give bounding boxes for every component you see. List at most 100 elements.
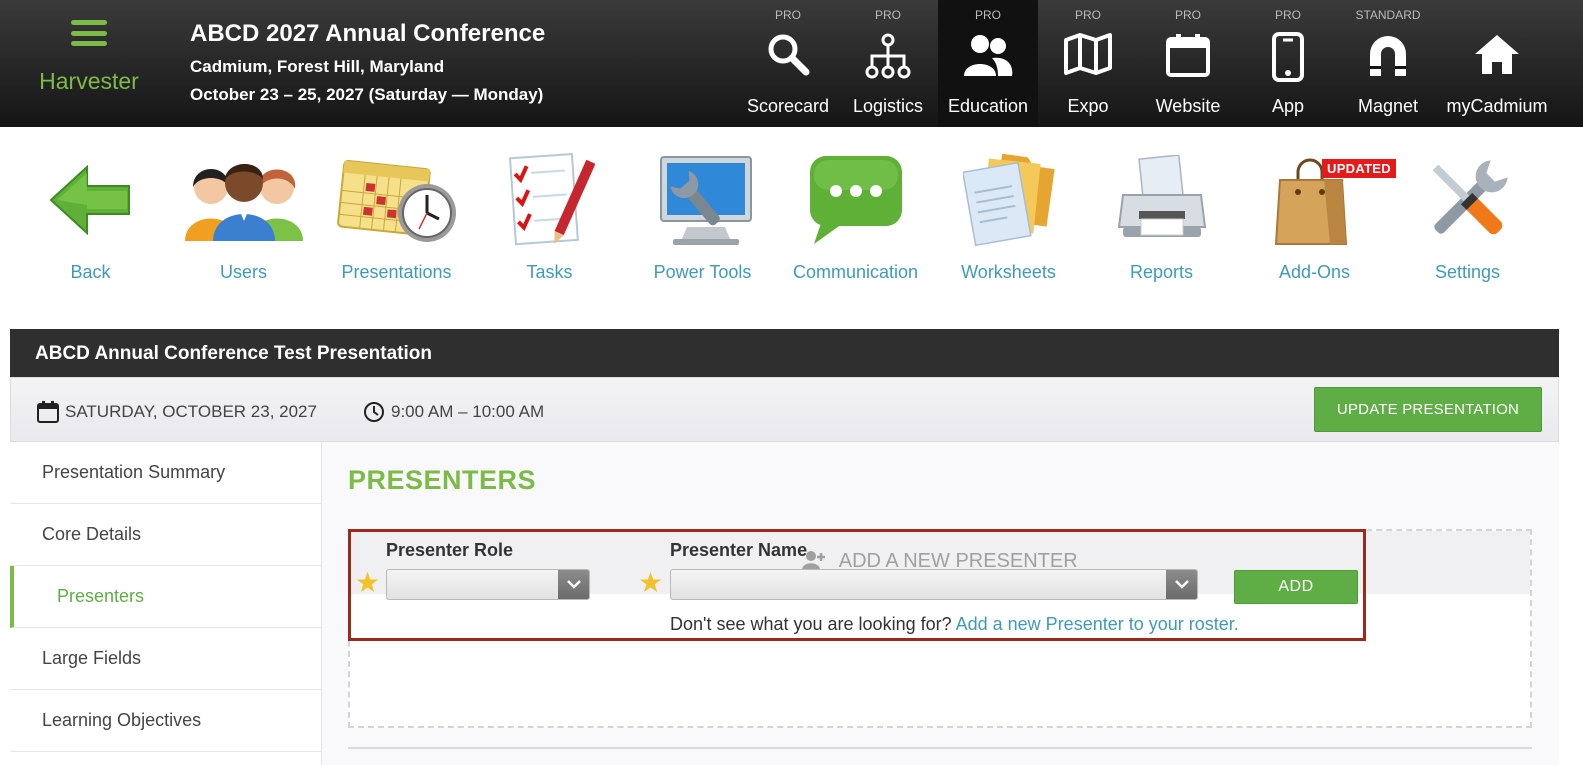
module-education[interactable]: PRO Education: [938, 0, 1038, 127]
module-tier: STANDARD: [1355, 8, 1421, 22]
date-text: SATURDAY, OCTOBER 23, 2027: [65, 402, 317, 421]
module-tier: PRO: [1274, 8, 1301, 22]
presenter-role-label: Presenter Role: [386, 540, 514, 560]
conference-dates: October 23 – 25, 2027 (Saturday — Monday…: [190, 85, 544, 104]
toolbar-label: Users: [219, 262, 267, 282]
module-logistics[interactable]: PRO Logistics: [838, 0, 938, 127]
toolbar-tasks[interactable]: Tasks: [473, 150, 626, 300]
module-tier: PRO: [874, 8, 901, 22]
presentation-sidenav: Presentation Summary Core Details Presen…: [10, 442, 322, 765]
toolbar-back[interactable]: Back: [14, 150, 167, 300]
presentation-time: 9:00 AM – 10:00 AM: [363, 401, 544, 423]
chevron-down-icon: [1166, 570, 1197, 599]
module-label: Website: [1155, 96, 1221, 116]
add-presenter-button[interactable]: ADD: [1234, 570, 1358, 604]
toolbar-label: Settings: [1434, 262, 1501, 282]
roster-hint: Don't see what you are looking for? Add …: [670, 614, 1239, 635]
toolbar-power-tools[interactable]: Power Tools: [626, 150, 779, 300]
module-tier: PRO: [1174, 8, 1201, 22]
back-arrow-icon: [49, 165, 130, 235]
module-label: Magnet: [1357, 96, 1419, 116]
presentation-title: ABCD Annual Conference Test Presentation: [10, 329, 1559, 377]
required-star-icon: ★: [355, 567, 381, 598]
sidenav-item-learning-objectives[interactable]: Learning Objectives: [10, 690, 321, 752]
tools-icon: [1432, 160, 1508, 235]
toolbar-communication[interactable]: Communication: [779, 150, 932, 300]
update-presentation-button[interactable]: UPDATE PRESENTATION: [1314, 387, 1542, 432]
module-label: Education: [947, 96, 1029, 116]
module-tier: PRO: [974, 8, 1001, 22]
toolbar-label: Worksheets: [961, 262, 1056, 282]
add-to-roster-link[interactable]: Add a new Presenter to your roster.: [956, 614, 1239, 634]
toolbar-worksheets[interactable]: Worksheets: [932, 150, 1085, 300]
calendar-icon: [37, 401, 59, 423]
module-label: Expo: [1067, 96, 1109, 116]
conference-info: ABCD 2027 Annual Conference Cadmium, For…: [190, 20, 545, 105]
toolbar-reports[interactable]: Reports: [1085, 150, 1238, 300]
top-header: Harvester ABCD 2027 Annual Conference Ca…: [0, 0, 1583, 127]
module-scorecard[interactable]: PRO Scorecard: [738, 0, 838, 127]
map-icon: [1064, 33, 1112, 75]
module-magnet[interactable]: STANDARD Magnet: [1338, 0, 1438, 127]
sidenav-item-presenters[interactable]: Presenters: [10, 566, 321, 628]
search-icon: [768, 34, 810, 76]
toolbar-users[interactable]: Users: [167, 150, 320, 300]
folder-documents-icon: [962, 153, 1055, 247]
hamburger-menu-icon[interactable]: [71, 20, 107, 46]
module-label: Logistics: [852, 96, 924, 116]
toolbar-label: Tasks: [526, 262, 573, 282]
conference-location: Cadmium, Forest Hill, Maryland: [190, 57, 445, 76]
chevron-down-icon: [558, 570, 589, 599]
toolbar-label: Communication: [792, 262, 919, 282]
module-tier: PRO: [774, 8, 801, 22]
module-label: App: [1271, 96, 1305, 116]
sidenav-item-large-fields[interactable]: Large Fields: [10, 628, 321, 690]
presentation-meta-bar: SATURDAY, OCTOBER 23, 2027 9:00 AM – 10:…: [10, 377, 1559, 442]
module-label: Scorecard: [746, 96, 830, 116]
toolbar-add-ons[interactable]: UPDATED Add-Ons: [1238, 150, 1396, 300]
sidenav-item-core-details[interactable]: Core Details: [10, 504, 321, 566]
module-app[interactable]: PRO App: [1238, 0, 1338, 127]
updated-badge: UPDATED: [1322, 159, 1396, 178]
presenter-name-select[interactable]: [670, 569, 1198, 600]
toolbar-presentations[interactable]: Presentations: [320, 150, 473, 300]
presenter-form: Presenter Role ★ Presenter Name ★ ADD Do…: [348, 529, 1366, 641]
chat-bubble-icon: [809, 156, 902, 244]
magnet-icon: [1370, 36, 1406, 76]
calendar-clock-icon: [336, 159, 456, 242]
clock-icon: [364, 402, 384, 422]
home-icon: [1475, 35, 1519, 74]
calendar-icon: [1166, 34, 1210, 77]
hierarchy-icon: [865, 33, 911, 79]
users-icon: [964, 35, 1013, 76]
toolbar-label: Reports: [1129, 262, 1194, 282]
presenter-role-select[interactable]: [386, 569, 590, 600]
hint-text: Don't see what you are looking for?: [670, 614, 952, 634]
toolbar-label: Add-Ons: [1278, 262, 1351, 282]
time-text: 9:00 AM – 10:00 AM: [391, 402, 545, 421]
module-website[interactable]: PRO Website: [1138, 0, 1238, 127]
toolbar-label: Power Tools: [653, 262, 752, 282]
module-nav: PRO Scorecard PRO Logistics PRO Educatio…: [738, 0, 1556, 127]
users-group-icon: [184, 164, 303, 241]
module-label: myCadmium: [1446, 96, 1548, 116]
printer-icon: [1117, 155, 1206, 237]
module-tier: [1438, 0, 1556, 26]
required-star-icon: ★: [638, 567, 664, 598]
module-tier: PRO: [1074, 8, 1101, 22]
toolbar-settings[interactable]: Settings: [1391, 150, 1544, 300]
conference-title: ABCD 2027 Annual Conference: [190, 20, 546, 47]
toolbar-label: Presentations: [341, 262, 452, 282]
module-expo[interactable]: PRO Expo: [1038, 0, 1138, 127]
presenter-name-label: Presenter Name: [670, 540, 808, 560]
section-heading: PRESENTERS: [348, 465, 537, 495]
toolbar-label: Back: [70, 262, 111, 282]
module-mycadmium[interactable]: myCadmium: [1438, 0, 1556, 127]
sidenav-item-presentation-summary[interactable]: Presentation Summary: [10, 442, 321, 504]
monitor-wrench-icon: [659, 156, 752, 245]
main-toolbar: Back Users Presentations Tasks Power Too…: [14, 150, 1554, 300]
brand[interactable]: Harvester: [24, 20, 154, 95]
divider: [348, 747, 1532, 749]
presentation-date: SATURDAY, OCTOBER 23, 2027: [37, 401, 317, 423]
checklist-icon: [508, 152, 595, 246]
